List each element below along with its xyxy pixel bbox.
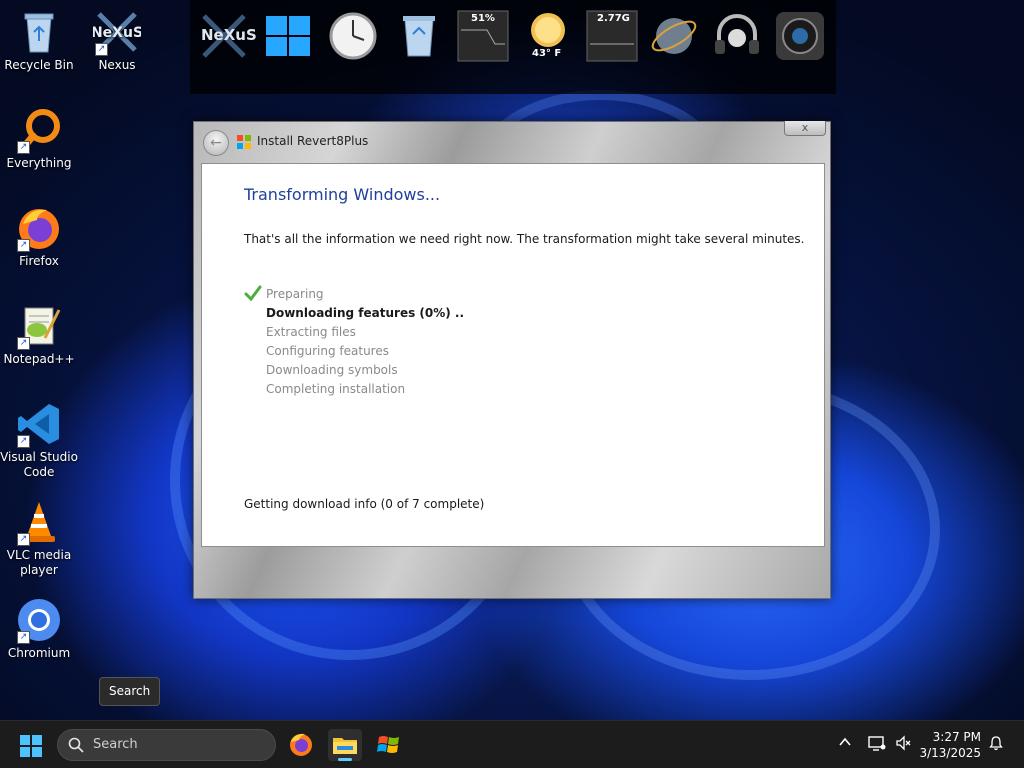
desktop-icon-label: VLC media player (6, 548, 72, 577)
shortcut-arrow-icon: ↗ (17, 435, 30, 448)
intro-text: That's all the information we need right… (244, 232, 805, 246)
install-dialog: x ← Install Revert8Plus Transforming Win… (193, 121, 831, 599)
cpu-readout: 51% (471, 13, 495, 24)
windows-logo-icon (20, 735, 42, 757)
desktop-icon-label: Everything (6, 156, 72, 170)
desktop-icon-label: Chromium (7, 646, 71, 660)
taskbar-search-box[interactable]: Search (57, 729, 276, 761)
desktop-icon-nexus[interactable]: NeXuS ↗ Nexus (78, 8, 156, 73)
windows-flag-icon (236, 134, 252, 150)
chromium-icon: ↗ (15, 596, 63, 644)
dialog-content: Transforming Windows... That's all the i… (201, 163, 825, 547)
taskbar-installer[interactable] (372, 729, 406, 761)
svg-text:NeXuS: NeXuS (93, 25, 141, 41)
page-heading: Transforming Windows... (244, 185, 441, 204)
network-icon[interactable] (868, 735, 886, 755)
desktop-icon-recycle-bin[interactable]: Recycle Bin (0, 8, 78, 73)
desktop-icon-label: Recycle Bin (4, 58, 74, 72)
desktop-icon-notepadpp[interactable]: ↗ Notepad++ (0, 302, 78, 367)
active-indicator (338, 758, 352, 761)
dock-logo-text: NeXuS (201, 26, 257, 44)
taskbar-firefox[interactable] (284, 729, 318, 761)
desktop-icon-label: Notepad++ (3, 352, 75, 366)
dock-weather-widget[interactable]: 43° F (522, 10, 574, 62)
nexus-icon: NeXuS ↗ (91, 8, 143, 56)
checkmark-icon (244, 285, 262, 302)
shortcut-arrow-icon: ↗ (95, 43, 108, 56)
search-icon (68, 737, 84, 753)
dock-recycle-bin-icon[interactable] (393, 10, 445, 62)
start-button[interactable] (19, 734, 43, 758)
file-explorer-icon (333, 738, 357, 754)
dialog-title: Install Revert8Plus (257, 134, 369, 148)
shortcut-arrow-icon: ↗ (17, 141, 30, 154)
step-downloading-symbols: Downloading symbols (266, 363, 398, 377)
status-text: Getting download info (0 of 7 complete) (244, 497, 485, 511)
dock-headphones-icon[interactable] (711, 10, 763, 62)
recycle-bin-icon (15, 8, 63, 56)
shortcut-arrow-icon: ↗ (17, 239, 30, 252)
search-tooltip: Search (99, 677, 161, 706)
step-preparing: Preparing (266, 287, 324, 301)
shortcut-arrow-icon: ↗ (17, 533, 30, 546)
search-placeholder: Search (93, 737, 138, 752)
everything-search-icon: ↗ (15, 106, 63, 154)
notification-bell-icon[interactable] (988, 735, 1004, 755)
desktop-icon-label: Nexus (98, 58, 136, 72)
desktop-icon-everything[interactable]: ↗ Everything (0, 106, 78, 171)
step-downloading-features: Downloading features (0%) .. (266, 306, 465, 320)
dock-nexus-logo[interactable]: NeXuS (198, 10, 257, 62)
desktop-icon-firefox[interactable]: ↗ Firefox (0, 204, 78, 269)
clock-time: 3:27 PM (932, 730, 981, 744)
close-button[interactable]: x (784, 121, 826, 136)
memory-readout: 2.77G (597, 13, 630, 24)
back-button[interactable]: ← (203, 130, 229, 156)
dock-clock-icon[interactable] (327, 10, 379, 62)
volume-muted-icon[interactable] (895, 735, 911, 755)
step-configuring-features: Configuring features (266, 344, 389, 358)
dock-globe-icon[interactable] (648, 10, 700, 62)
windows-xp-flag-icon (377, 736, 399, 753)
dock-windows-icon[interactable] (262, 10, 314, 62)
show-hidden-icons-chevron-icon[interactable] (838, 735, 852, 753)
shortcut-arrow-icon: ↗ (17, 631, 30, 644)
firefox-icon: ↗ (15, 204, 63, 252)
step-completing-installation: Completing installation (266, 382, 406, 396)
taskbar: Search 3:27 PM 3/13/2025 (0, 720, 1024, 768)
clock-date: 3/13/2025 (919, 746, 981, 760)
vlc-cone-icon: ↗ (15, 498, 63, 546)
step-extracting-files: Extracting files (266, 325, 356, 339)
desktop-icon-label: Visual Studio Code (0, 450, 78, 479)
taskbar-clock[interactable]: 3:27 PM 3/13/2025 (911, 729, 981, 761)
dock-cpu-meter[interactable]: 51% (457, 10, 509, 62)
desktop-icon-label: Firefox (19, 254, 59, 268)
shortcut-arrow-icon: ↗ (17, 337, 30, 350)
nexus-dock: NeXuS 51% 43° F 2.77G (190, 0, 836, 94)
weather-temperature: 43° F (532, 48, 562, 59)
desktop-icon-vlc[interactable]: ↗ VLC media player (0, 498, 78, 578)
dock-camera-icon[interactable] (774, 10, 826, 62)
notepadpp-icon: ↗ (15, 302, 63, 350)
firefox-icon (290, 733, 312, 756)
dock-memory-meter[interactable]: 2.77G (586, 10, 638, 62)
vscode-icon: ↗ (15, 400, 63, 448)
taskbar-file-explorer[interactable] (328, 729, 362, 761)
desktop-icon-chromium[interactable]: ↗ Chromium (0, 596, 78, 661)
desktop-icon-vscode[interactable]: ↗ Visual Studio Code (0, 400, 78, 480)
